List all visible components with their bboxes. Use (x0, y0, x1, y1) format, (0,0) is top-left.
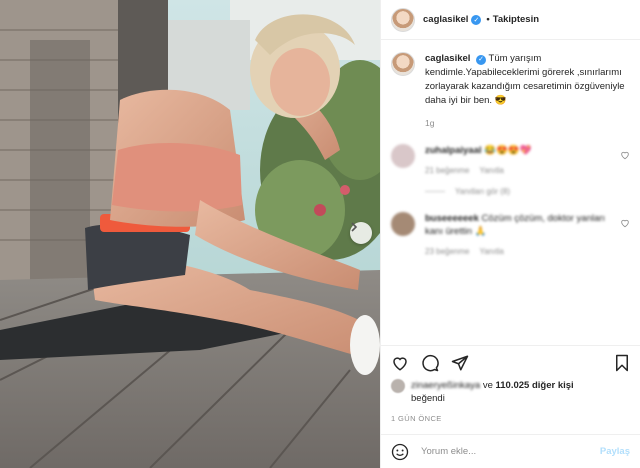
separator-dot: • (486, 14, 490, 25)
likes-count[interactable]: 110.025 diğer kişi (496, 380, 574, 391)
commenter-username[interactable]: zuhalpaiyaal (425, 145, 482, 156)
photo-illustration (0, 0, 380, 468)
like-button[interactable] (391, 354, 409, 372)
instagram-post-modal: caglasikel ✓ • Takiptesin caglasikel ✓ Tü… (0, 0, 640, 468)
add-comment-bar: Paylaş (381, 434, 640, 468)
post-comment-button[interactable]: Paylaş (600, 446, 630, 457)
heart-icon[interactable] (620, 218, 630, 228)
comment-body: zuhalpaiyaal 😂😍😍💖 21 beğenme Yanıtla (425, 144, 613, 175)
commenter-avatar[interactable] (391, 212, 415, 236)
post-header: caglasikel ✓ • Takiptesin (381, 0, 640, 40)
chevron-right-icon (351, 222, 358, 232)
post-date[interactable]: 1 GÜN ÖNCE (381, 404, 640, 434)
heart-icon (393, 356, 407, 371)
liker-username[interactable]: zinaeryeßinkaya (411, 380, 480, 391)
post-side-panel: caglasikel ✓ • Takiptesin caglasikel ✓ Tü… (380, 0, 640, 468)
caption-author-avatar[interactable] (391, 52, 415, 76)
comment-item: buseeeeeek Cözüm çözüm, doktor yanları k… (391, 212, 630, 256)
caption-emoji: 😎 (494, 95, 507, 106)
reply-button[interactable]: Yanıtla (479, 247, 503, 256)
caption-age: 1g (425, 118, 435, 128)
comment-bubble-icon (422, 354, 439, 371)
verified-check-icon: ✓ (476, 55, 487, 65)
following-status[interactable]: • Takiptesin (486, 14, 539, 25)
verified-check-icon: ✓ (471, 14, 482, 25)
smiley-icon (391, 443, 409, 460)
likes-summary: zinaeryeßinkaya ve 110.025 diğer kişi (381, 379, 640, 393)
share-button[interactable] (451, 354, 469, 372)
comment-item: zuhalpaiyaal 😂😍😍💖 21 beğenme Yanıtla (391, 144, 630, 175)
liker-avatar[interactable] (391, 379, 405, 393)
next-photo-button[interactable] (350, 222, 372, 244)
caption-username[interactable]: caglasikel (425, 53, 470, 64)
comment-button[interactable] (421, 354, 439, 372)
post-actions-bar (381, 345, 640, 379)
caption-text-block: caglasikel ✓ Tüm yarışım kendimle.Yapabi… (425, 52, 625, 108)
paper-plane-icon (451, 355, 469, 370)
following-label: Takiptesin (492, 14, 540, 25)
comments-list[interactable]: caglasikel ✓ Tüm yarışım kendimle.Yapabi… (381, 40, 640, 345)
post-caption: caglasikel ✓ Tüm yarışım kendimle.Yapabi… (391, 52, 630, 108)
bookmark-icon (616, 354, 628, 371)
comment-likes[interactable]: 23 beğenme (425, 247, 469, 256)
comment-text: 😂😍😍💖 (484, 145, 532, 156)
likes-suffix: beğendi (411, 393, 445, 404)
heart-icon[interactable] (620, 150, 630, 160)
reply-button[interactable]: Yanıtla (479, 166, 503, 175)
emoji-button[interactable] (391, 443, 409, 461)
author-avatar[interactable] (391, 7, 415, 32)
save-button[interactable] (614, 354, 630, 372)
likes-connector: ve (482, 380, 493, 391)
view-replies-button[interactable]: Yanıtları gör (8) (425, 187, 630, 196)
comment-likes[interactable]: 21 beğenme (425, 166, 469, 175)
author-username[interactable]: caglasikel (423, 14, 468, 25)
post-photo[interactable] (0, 0, 380, 468)
comment-body: buseeeeeek Cözüm çözüm, doktor yanları k… (425, 212, 613, 256)
commenter-avatar[interactable] (391, 144, 415, 168)
commenter-username[interactable]: buseeeeeek (425, 213, 479, 224)
comment-input[interactable] (421, 446, 600, 457)
